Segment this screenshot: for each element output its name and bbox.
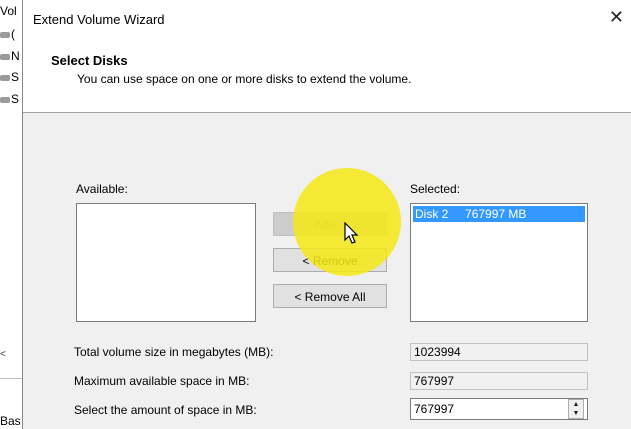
spin-down-icon[interactable]: ▼ [569,409,583,418]
background-list-item[interactable]: N [0,49,20,63]
available-disks-list[interactable] [76,203,256,322]
amount-label: Select the amount of space in MB: [74,403,257,417]
spin-up-icon[interactable]: ▲ [569,400,583,409]
mouse-cursor-icon [344,222,359,244]
disk-icon [0,74,10,81]
disk-icon [0,53,10,60]
remove-all-button[interactable]: < Remove All [273,284,387,308]
amount-input[interactable]: 767997 [410,398,588,420]
available-label: Available: [76,182,128,196]
selected-disks-list[interactable]: Disk 2 767997 MB [410,203,588,322]
background-list-item[interactable]: S [0,70,19,84]
selected-label: Selected: [410,182,461,196]
scroll-left-icon[interactable]: < [0,349,10,361]
background-list-item[interactable]: S [0,92,19,106]
disk-icon [0,96,10,103]
amount-spinner[interactable]: ▲ ▼ [568,399,584,419]
background-disk-label: Bas [0,414,21,428]
list-item[interactable]: Disk 2 767997 MB [413,206,585,222]
wizard-header: Select Disks You can use space on one or… [23,40,631,113]
max-space-field: 767997 [410,372,588,390]
page-title: Select Disks [51,53,128,68]
total-size-label: Total volume size in megabytes (MB): [74,345,274,359]
title-bar: Extend Volume Wizard ✕ [23,0,631,40]
total-size-field: 1023994 [410,343,588,361]
close-icon[interactable]: ✕ [609,8,624,26]
max-space-label: Maximum available space in MB: [74,374,250,388]
disk-icon [0,31,10,38]
page-subtitle: You can use space on one or more disks t… [77,72,412,86]
background-list-item[interactable]: ( [0,27,15,41]
window-title: Extend Volume Wizard [33,12,165,27]
background-window-title: Vol [0,4,17,18]
